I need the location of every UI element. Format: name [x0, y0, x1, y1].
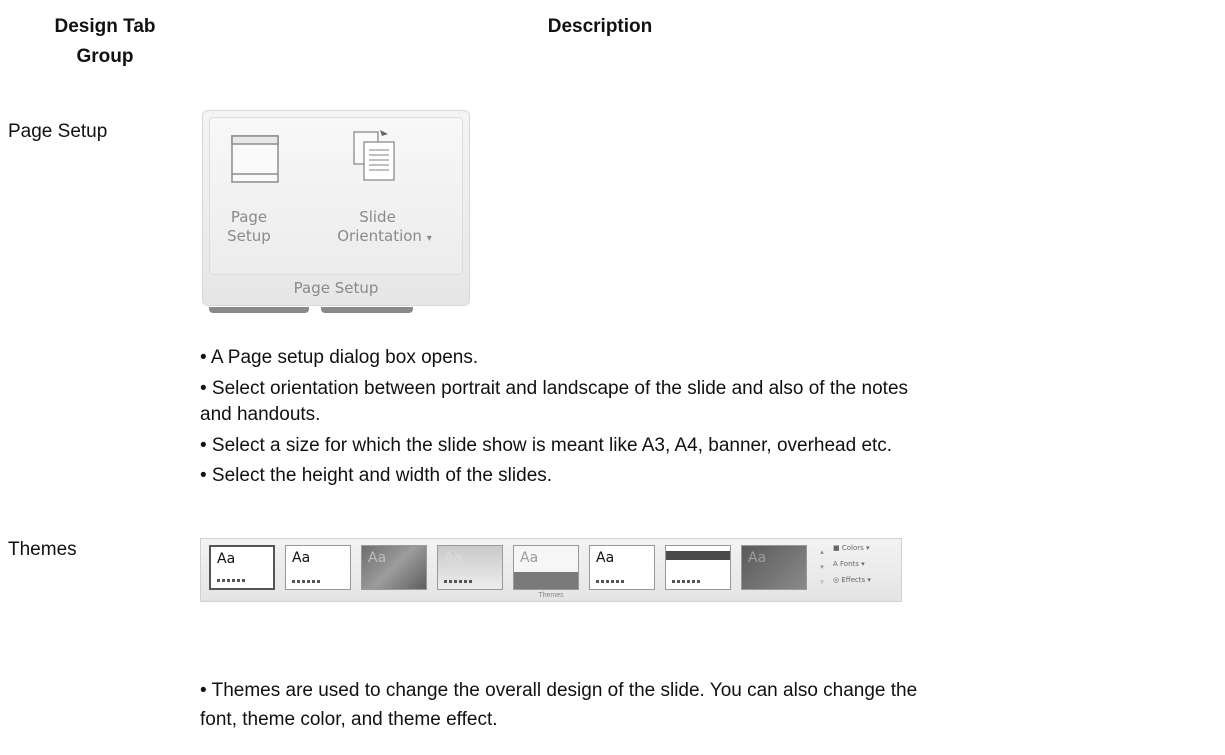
slide-orientation-button-line2-row: Orientation ▾: [290, 227, 465, 248]
theme-dots: [596, 580, 624, 583]
slide-orientation-button[interactable]: Slide Orientation ▾: [290, 208, 465, 248]
header-group-column: Design Tab Group: [25, 12, 185, 72]
slide-orientation-button-line2: Orientation: [337, 227, 422, 245]
theme-scroll-arrows[interactable]: ▴ ▾ ▿: [817, 545, 827, 590]
theme-thumbnail[interactable]: Aa: [285, 545, 351, 590]
row-group-themes: Themes: [8, 539, 77, 560]
page-setup-button[interactable]: Page Setup: [214, 208, 284, 246]
theme-aa-label: Aa: [444, 550, 463, 566]
ribbon-shadow-right: [321, 307, 413, 313]
page-setup-bullet-3: • Select a size for which the slide show…: [200, 435, 893, 456]
theme-dots: [444, 580, 472, 583]
theme-aa-label: Aa: [292, 550, 311, 566]
theme-thumbnail[interactable]: Aa: [437, 545, 503, 590]
dropdown-arrow-icon: ▾: [426, 233, 432, 244]
fonts-label: Fonts: [840, 560, 859, 568]
page-setup-bullet-2-cont: and handouts.: [200, 404, 321, 425]
theme-thumbnail[interactable]: Aa: [741, 545, 807, 590]
colors-label: Colors: [841, 544, 864, 552]
theme-aa-label: Aa: [596, 550, 615, 566]
slide-orientation-icon: [353, 130, 395, 181]
page-setup-ribbon-panel: Page Setup Slide Orientation ▾: [209, 117, 463, 275]
themes-group-label: Themes: [538, 592, 564, 599]
page-setup-bullet-1: • A Page setup dialog box opens.: [200, 347, 479, 368]
row-group-page-setup: Page Setup: [8, 121, 108, 142]
theme-effects-button[interactable]: ◎ Effects ▾: [833, 576, 871, 584]
page-setup-icon: [231, 135, 279, 183]
themes-ribbon-image: Aa Aa Aa Aa Aa Aa Aa ▴ ▾ ▿ ■ Colors ▾ A Fo…: [200, 538, 902, 602]
theme-thumbnail[interactable]: Aa: [209, 545, 275, 590]
themes-bullet-1-cont: font, theme color, and theme effect.: [200, 709, 498, 730]
theme-fonts-button[interactable]: A Fonts ▾: [833, 560, 865, 568]
theme-aa-label: Aa: [368, 550, 387, 566]
theme-thumbnail[interactable]: Aa: [361, 545, 427, 590]
effects-label: Effects: [841, 576, 866, 584]
header-group-line1: Design Tab: [54, 16, 156, 37]
theme-aa-label: Aa: [520, 550, 539, 566]
page-setup-bullet-4: • Select the height and width of the sli…: [200, 465, 553, 486]
theme-dots: [672, 580, 700, 583]
header-group-line2: Group: [76, 46, 134, 67]
page-setup-ribbon-image: Page Setup Slide Orientation ▾ Page Setu…: [202, 110, 470, 313]
page-setup-button-line2: Setup: [227, 227, 271, 245]
colors-icon: ■: [833, 544, 840, 552]
slide-orientation-button-line1: Slide: [359, 208, 396, 226]
fonts-icon: A: [833, 560, 838, 568]
theme-thumbnail[interactable]: [665, 545, 731, 590]
page-setup-button-line1: Page: [230, 208, 268, 226]
theme-thumbnail[interactable]: Aa: [589, 545, 655, 590]
theme-aa-label: Aa: [748, 550, 767, 566]
page-setup-group-label: Page Setup: [293, 279, 379, 297]
theme-aa-label: Aa: [217, 551, 236, 567]
theme-thumbnail[interactable]: Aa: [513, 545, 579, 590]
ribbon-shadow-left: [209, 307, 309, 313]
effects-icon: ◎: [833, 576, 840, 584]
theme-dots: [292, 580, 320, 583]
header-description: Description: [547, 16, 653, 37]
theme-colors-button[interactable]: ■ Colors ▾: [833, 544, 870, 552]
themes-bullet-1: • Themes are used to change the overall …: [200, 680, 918, 701]
theme-dots: [217, 579, 245, 582]
